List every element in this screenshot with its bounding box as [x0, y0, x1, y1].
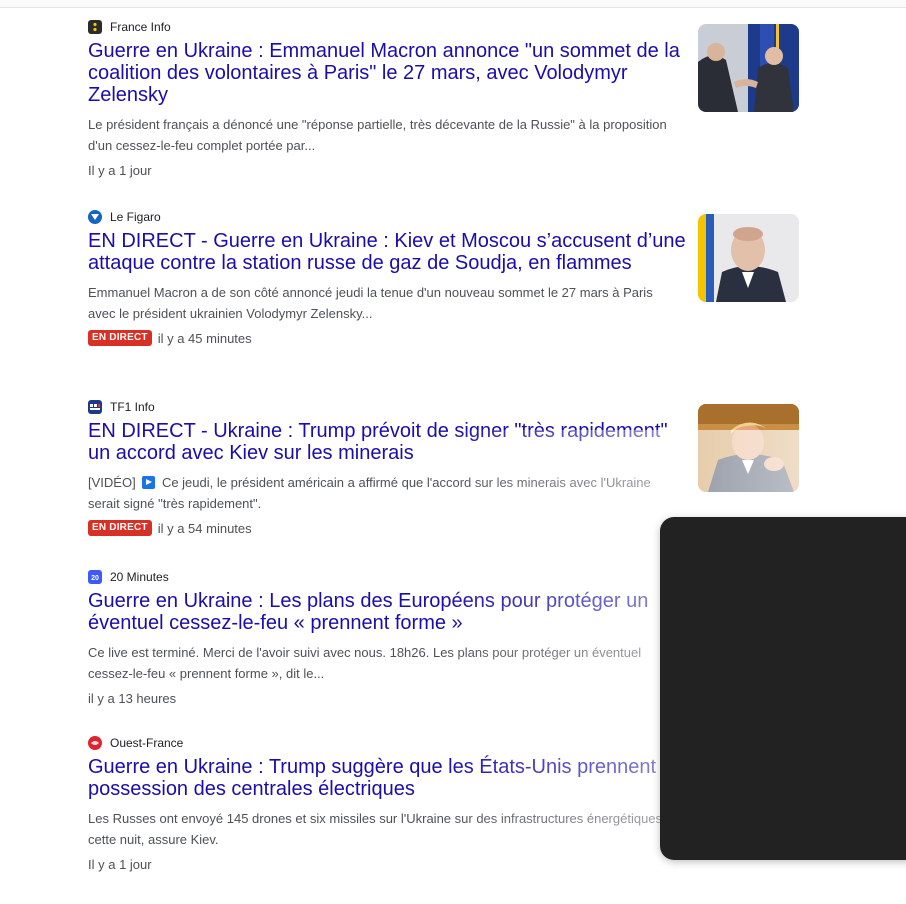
source-name: Ouest-France [110, 736, 184, 750]
play-icon [142, 476, 156, 489]
article-thumbnail[interactable] [698, 214, 799, 302]
article-snippet: [VIDÉO] Ce jeudi, le président américain… [88, 472, 668, 514]
20-minutes-icon: 20 [88, 570, 102, 584]
article-meta: EN DIRECT il y a 45 minutes [88, 328, 808, 348]
tf1-info-icon [88, 400, 102, 414]
source-name: Le Figaro [110, 210, 161, 224]
article-snippet: Le président français a dénoncé une "rép… [88, 117, 667, 153]
article-thumbnail[interactable] [698, 404, 799, 492]
article-thumbnail[interactable] [698, 24, 799, 112]
source-name: TF1 Info [110, 400, 155, 414]
dark-overlay-panel[interactable] [660, 517, 906, 860]
snippet-text: Ce jeudi, le président américain a affir… [88, 475, 651, 511]
live-badge: EN DIRECT [88, 520, 152, 536]
article-time: Il y a 1 jour [88, 856, 152, 872]
article-time: Il y a 1 jour [88, 162, 152, 178]
source-name: France Info [110, 20, 171, 34]
source-name: 20 Minutes [110, 570, 169, 584]
article-headline[interactable]: EN DIRECT - Ukraine : Trump prévoit de s… [88, 420, 688, 464]
article-snippet: Les Russes ont envoyé 145 drones et six … [88, 811, 663, 847]
article-snippet: Emmanuel Macron a de son côté annoncé je… [88, 285, 653, 321]
live-badge: EN DIRECT [88, 330, 152, 346]
article-headline[interactable]: Guerre en Ukraine : Les plans des Europé… [88, 590, 688, 634]
article-headline[interactable]: EN DIRECT - Guerre en Ukraine : Kiev et … [88, 230, 688, 274]
article-headline[interactable]: Guerre en Ukraine : Emmanuel Macron anno… [88, 40, 688, 106]
article-time: il y a 13 heures [88, 690, 177, 706]
article-time: il y a 45 minutes [157, 330, 252, 346]
svg-text:20: 20 [91, 575, 99, 582]
news-article[interactable]: Le Figaro EN DIRECT - Guerre en Ukraine … [88, 208, 808, 398]
news-article[interactable]: France Info Guerre en Ukraine : Emmanuel… [88, 18, 808, 208]
france-info-icon [88, 20, 102, 34]
video-tag: [VIDÉO] [88, 475, 136, 490]
article-meta: Il y a 1 jour [88, 160, 808, 180]
article-snippet: Ce live est terminé. Merci de l'avoir su… [88, 645, 642, 681]
article-time: il y a 54 minutes [157, 520, 252, 536]
ouest-france-icon [88, 736, 102, 750]
le-figaro-icon [88, 210, 102, 224]
top-bar [0, 0, 906, 8]
article-headline[interactable]: Guerre en Ukraine : Trump suggère que le… [88, 756, 688, 800]
